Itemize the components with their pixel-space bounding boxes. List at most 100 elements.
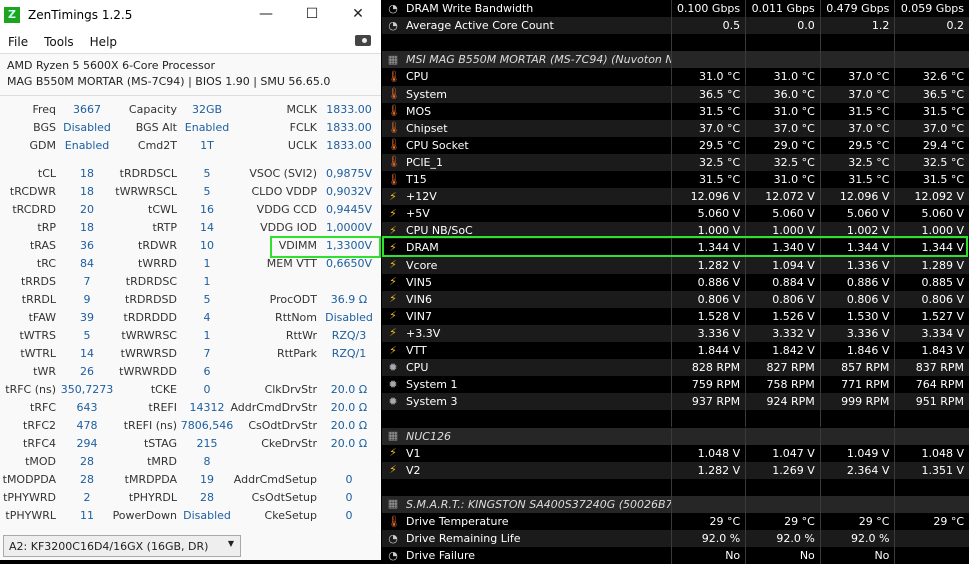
max-value — [819, 478, 895, 496]
sensor-row[interactable]: ⚡ CPU NB/SoC 1.000 V 1.000 V 1.002 V 1.000 V — [382, 222, 969, 240]
menu-tools[interactable]: Tools — [36, 35, 82, 49]
sensor-row[interactable]: ✹ CPU 828 RPM 827 RPM 857 RPM 837 RPM — [382, 359, 969, 377]
sensor-row[interactable]: ⚡ VTT 1.844 V 1.842 V 1.846 V 1.843 V — [382, 342, 969, 359]
menu-file[interactable]: File — [0, 35, 36, 49]
sensor-row[interactable]: 🌡 Chipset 37.0 °C 37.0 °C 37.0 °C 37.0 °C — [382, 119, 969, 137]
timing-value: 0 — [345, 473, 353, 486]
timing-value: 0,9875V — [325, 167, 372, 180]
sensor-row[interactable] — [382, 34, 969, 52]
sensor-group-header[interactable]: ▦ NUC126 — [382, 427, 969, 445]
min-value: 827 RPM — [745, 359, 820, 377]
sensor-row[interactable]: ⚡ V1 1.048 V 1.047 V 1.049 V 1.048 V — [382, 444, 969, 462]
sensor-row[interactable]: ⚡ VIN5 0.886 V 0.884 V 0.886 V 0.885 V — [382, 273, 969, 291]
hwinfo-sensor-panel: ◔ DRAM Write Bandwidth 0.100 Gbps 0.011 Gbp… — [382, 0, 969, 564]
thermometer-icon: 🌡 — [387, 155, 401, 169]
thermometer-icon: 🌡 — [387, 121, 401, 135]
min-value: 1.340 V — [745, 239, 820, 257]
current-value: 828 RPM — [670, 359, 746, 377]
average-value: 0.806 V — [894, 290, 969, 308]
chip-icon: ▦ — [387, 497, 399, 511]
sensor-row[interactable]: 🌡 System 36.5 °C 36.0 °C 37.0 °C 36.5 °C — [382, 85, 969, 103]
average-value — [894, 478, 969, 496]
sensor-row[interactable] — [382, 478, 969, 496]
maximize-button[interactable]: ☐ — [289, 0, 335, 30]
sensor-label: T15 — [406, 173, 427, 186]
sensor-row[interactable]: 🌡 CPU Socket 29.5 °C 29.0 °C 29.5 °C 29.4 °C — [382, 136, 969, 154]
timing-label: Freq — [32, 103, 56, 116]
sensor-row[interactable]: ⚡ Vcore 1.282 V 1.094 V 1.336 V 1.289 V — [382, 256, 969, 274]
gauge-icon: ◔ — [388, 548, 398, 562]
sensor-row[interactable]: ⚡ +12V 12.096 V 12.072 V 12.096 V 12.092 V — [382, 188, 969, 206]
sensor-label: Drive Failure — [406, 549, 476, 563]
min-value: 0.011 Gbps — [745, 0, 820, 17]
min-value: No — [745, 547, 820, 564]
max-value: 5.060 V — [819, 205, 895, 223]
timing-label: tRDRDSC — [125, 275, 177, 288]
current-value: 1.844 V — [670, 342, 746, 359]
max-value: 0.886 V — [819, 273, 895, 291]
sensor-row[interactable]: ✹ System 1 759 RPM 758 RPM 771 RPM 764 RPM — [382, 376, 969, 394]
timing-label: RttNom — [275, 311, 317, 324]
sensor-row[interactable]: ◔ Drive Remaining Life 92.0 % 92.0 % 92.0 % — [382, 530, 969, 548]
current-value: 32.5 °C — [670, 153, 746, 171]
timing-value: 6 — [203, 365, 211, 378]
sensor-row[interactable]: 🌡 CPU 31.0 °C 31.0 °C 37.0 °C 32.6 °C — [382, 68, 969, 86]
sensor-row[interactable]: ◔ Drive Failure No No No — [382, 547, 969, 564]
timing-label: tRTP — [152, 221, 177, 234]
menu-help[interactable]: Help — [82, 35, 125, 49]
timing-label: tCKE — [150, 383, 177, 396]
sensor-row[interactable]: ◔ Average Active Core Count 0.5 0.0 1.2 0.2 — [382, 17, 969, 35]
timing-label: tREFI (ns) — [123, 419, 177, 432]
sensor-row[interactable]: ◔ DRAM Write Bandwidth 0.100 Gbps 0.011 Gbp… — [382, 0, 969, 17]
timing-value: 0,9445V — [325, 203, 372, 216]
timing-label: tRFC4 — [23, 437, 56, 450]
sensor-row[interactable]: ⚡ +5V 5.060 V 5.060 V 5.060 V 5.060 V — [382, 205, 969, 223]
sensor-label: V2 — [406, 463, 421, 477]
sensor-row[interactable]: 🌡 PCIE_1 32.5 °C 32.5 °C 32.5 °C 32.5 °C — [382, 153, 969, 171]
sensor-row[interactable]: ⚡ VIN6 0.806 V 0.806 V 0.806 V 0.806 V — [382, 290, 969, 308]
memory-module-select[interactable]: A2: KF3200C16D4/16GX (16GB, DR) ▼ — [3, 535, 241, 557]
current-value — [670, 34, 746, 52]
minimize-button[interactable]: — — [243, 0, 289, 30]
timing-value: 20.0 Ω — [330, 401, 368, 414]
close-button[interactable]: ✕ — [335, 0, 381, 30]
current-value: 1.528 V — [670, 307, 746, 325]
sensor-row[interactable]: ⚡ V2 1.282 V 1.269 V 2.364 V 1.351 V — [382, 461, 969, 479]
average-value: 1.351 V — [894, 461, 969, 479]
screenshot-camera-icon[interactable] — [355, 35, 371, 46]
current-value: 0.5 — [670, 17, 746, 35]
timing-label: FCLK — [289, 121, 317, 134]
timing-label: tWRWRSD — [120, 347, 177, 360]
sensor-row[interactable]: 🌡 MOS 31.5 °C 31.0 °C 31.5 °C 31.5 °C — [382, 102, 969, 120]
average-value: 1.000 V — [894, 222, 969, 240]
timing-label: tRRDL — [21, 293, 56, 306]
average-value — [894, 547, 969, 564]
timing-label: tRP — [37, 221, 56, 234]
sensor-row[interactable]: ✹ System 3 937 RPM 924 RPM 999 RPM 951 RPM — [382, 393, 969, 411]
sensor-label: S.M.A.R.T.: KINGSTON SA400S37240G (50026… — [406, 497, 671, 511]
max-value: 29 °C — [819, 513, 895, 530]
timing-label: tWRWRSC — [121, 329, 177, 342]
sensor-row[interactable] — [382, 410, 969, 428]
current-value: 937 RPM — [670, 393, 746, 411]
timing-value: 20.0 Ω — [330, 437, 368, 450]
sensor-row[interactable]: 🌡 Drive Temperature 29 °C 29 °C 29 °C 29 °C — [382, 513, 969, 530]
sensor-row[interactable]: ⚡ VIN7 1.528 V 1.526 V 1.530 V 1.527 V — [382, 307, 969, 325]
thermometer-icon: 🌡 — [387, 514, 401, 528]
current-value: 0.806 V — [670, 290, 746, 308]
timing-label: RttPark — [276, 347, 317, 360]
min-value: 1.269 V — [745, 461, 820, 479]
average-value: 3.334 V — [894, 324, 969, 342]
sensor-row[interactable]: 🌡 T15 31.5 °C 31.0 °C 31.5 °C 31.5 °C — [382, 171, 969, 188]
sensor-group-header[interactable]: ▦ MSI MAG B550M MORTAR (MS-7C94) (Nuvoton… — [382, 51, 969, 69]
average-value: 5.060 V — [894, 205, 969, 223]
sensor-group-header[interactable]: ▦ S.M.A.R.T.: KINGSTON SA400S37240G (5002… — [382, 495, 969, 513]
sensor-label: Chipset — [406, 121, 448, 135]
max-value: 1.846 V — [819, 342, 895, 359]
average-value: 1.289 V — [894, 256, 969, 274]
timing-value: RZQ/1 — [331, 347, 367, 360]
max-value — [819, 495, 895, 513]
sensor-row[interactable]: ⚡ DRAM 1.344 V 1.340 V 1.344 V 1.344 V — [382, 239, 969, 257]
sensor-row[interactable]: ⚡ +3.3V 3.336 V 3.332 V 3.336 V 3.334 V — [382, 324, 969, 342]
chevron-down-icon: ▼ — [227, 539, 234, 548]
